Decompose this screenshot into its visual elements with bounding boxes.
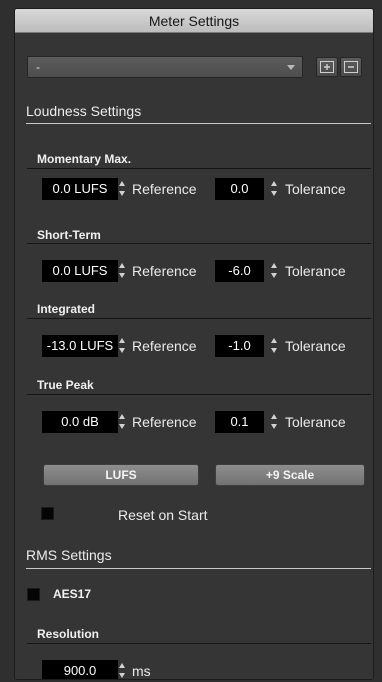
preset-dropdown[interactable]: - [27,56,303,78]
resolution-heading: Resolution [37,627,99,641]
group-divider [27,318,371,319]
group-divider [27,643,371,644]
add-preset-button[interactable] [316,57,338,77]
spin-arrows-icon[interactable] [270,411,278,433]
spin-arrows-icon[interactable] [270,260,278,282]
reference-label: Reference [132,181,197,197]
section-divider [26,568,371,569]
tolerance-label: Tolerance [285,414,346,430]
section-divider [26,123,371,124]
panel-body: - Loudness Settings Momentary Max. 0.0 L… [15,33,373,679]
short-term-heading: Short-Term [37,228,101,242]
add-preset-icon [320,61,334,73]
resolution-field[interactable]: 900.0 [42,660,118,679]
reference-label: Reference [132,263,197,279]
true-peak-tolerance-field[interactable]: 0.1 [215,411,264,433]
short-term-reference-field[interactable]: 0.0 LUFS [42,260,118,282]
chevron-down-icon [287,65,295,70]
aes17-label: AES17 [53,587,92,601]
momentary-max-heading: Momentary Max. [37,152,132,166]
integrated-tolerance-field[interactable]: -1.0 [215,335,264,357]
tolerance-label: Tolerance [285,181,346,197]
integrated-heading: Integrated [37,302,96,316]
tolerance-label: Tolerance [285,338,346,354]
spin-arrows-icon[interactable] [118,411,126,433]
momentary-tolerance-field[interactable]: 0.0 [215,178,264,200]
spin-arrows-icon[interactable] [118,260,126,282]
integrated-reference-field[interactable]: -13.0 LUFS [42,335,118,357]
remove-preset-icon [344,61,358,73]
momentary-reference-field[interactable]: 0.0 LUFS [42,178,118,200]
reset-on-start-label: Reset on Start [118,507,208,523]
spin-arrows-icon[interactable] [118,660,126,679]
true-peak-heading: True Peak [37,378,94,392]
group-divider [27,243,371,244]
loudness-settings-heading: Loudness Settings [26,103,142,119]
spin-arrows-icon[interactable] [118,335,126,357]
spin-arrows-icon[interactable] [118,178,126,200]
remove-preset-button[interactable] [340,57,362,77]
group-divider [27,394,371,395]
aes17-checkbox[interactable] [27,588,40,601]
spin-arrows-icon[interactable] [270,178,278,200]
true-peak-reference-field[interactable]: 0.0 dB [42,411,118,433]
resolution-unit: ms [132,663,151,679]
plus-9-scale-button[interactable]: +9 Scale [215,464,365,486]
tolerance-label: Tolerance [285,263,346,279]
meter-settings-panel: Meter Settings - Loudness Settings Momen… [14,8,374,680]
short-term-tolerance-field[interactable]: -6.0 [215,260,264,282]
reset-on-start-checkbox[interactable] [41,507,54,520]
rms-settings-heading: RMS Settings [26,547,112,563]
spin-arrows-icon[interactable] [270,335,278,357]
group-divider [27,168,371,169]
lufs-button[interactable]: LUFS [43,464,199,486]
reference-label: Reference [132,414,197,430]
preset-value: - [36,60,40,74]
reference-label: Reference [132,338,197,354]
window-title: Meter Settings [15,9,373,33]
